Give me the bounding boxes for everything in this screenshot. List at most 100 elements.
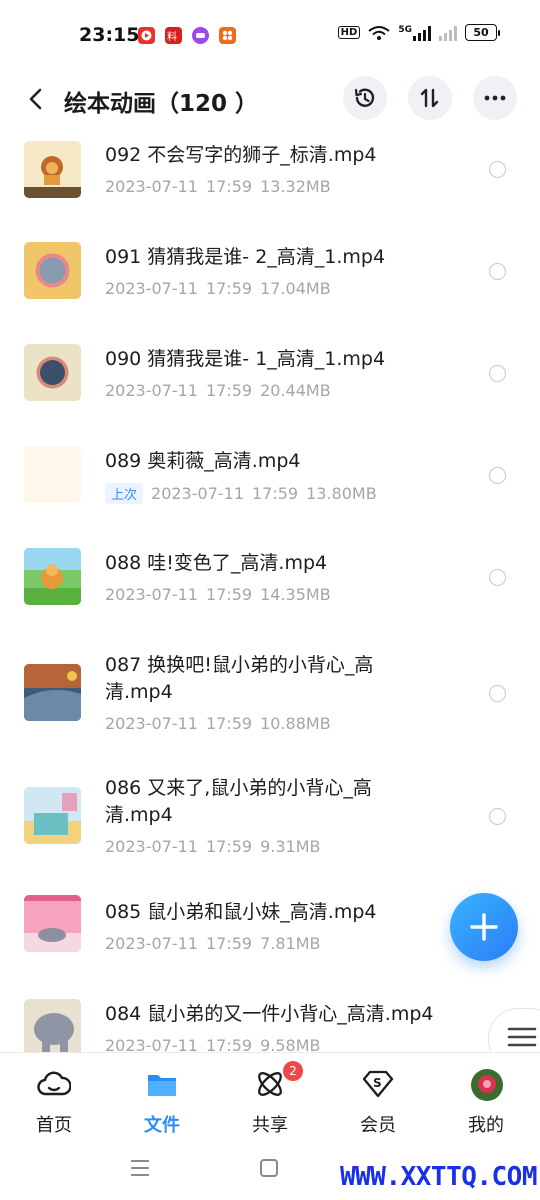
file-name: 091 猜猜我是谁- 2_高清_1.mp4 [105, 246, 386, 268]
file-time: 17:59 [205, 585, 253, 604]
select-radio[interactable] [489, 569, 506, 586]
cloud-icon [37, 1071, 71, 1096]
more-button[interactable] [473, 76, 517, 120]
file-date: 2023-07-11 [105, 1036, 198, 1052]
file-date: 2023-07-11 [105, 381, 198, 400]
file-meta: 2023-07-11 17:59 17.04MB [105, 279, 339, 298]
avatar [471, 1069, 503, 1101]
file-name: 089 奥莉薇_高清.mp4 [105, 450, 301, 472]
nav-label: 文件 [144, 1115, 180, 1136]
watermark-text: WWW.XXTTQ.COM [340, 1162, 538, 1192]
signal-icon-secondary [439, 25, 457, 41]
list-item[interactable]: 088 哇!变色了_高清.mp4 2023-07-11 17:59 14.35MB [0, 536, 540, 636]
select-radio[interactable] [489, 467, 506, 484]
svg-text:S: S [373, 1076, 382, 1090]
file-time: 17:59 [205, 1036, 253, 1052]
select-radio[interactable] [489, 365, 506, 382]
list-item[interactable]: 092 不会写字的狮子_标清.mp4 2023-07-11 17:59 13.32M… [0, 128, 540, 224]
signal-5g: 5G [398, 25, 431, 41]
file-meta: 2023-07-11 17:59 9.58MB [105, 1036, 329, 1052]
nav-label: 共享 [252, 1115, 288, 1136]
file-date: 2023-07-11 [105, 934, 198, 953]
plus-icon [470, 913, 498, 941]
list-item[interactable]: 089 奥莉薇_高清.mp4 上次 2023-07-11 17:59 13.80MB [0, 434, 540, 534]
file-size: 9.58MB [260, 1036, 321, 1052]
file-time: 17:59 [205, 837, 253, 856]
file-time: 17:59 [205, 177, 253, 196]
nav-profile[interactable]: 我的 [436, 1053, 536, 1143]
nav-share[interactable]: 共享 [220, 1053, 320, 1143]
header-bar: 绘本动画（120 ） [0, 72, 540, 128]
select-radio[interactable] [489, 685, 506, 702]
battery-level: 50 [465, 24, 497, 41]
history-button[interactable] [343, 76, 387, 120]
more-icon [484, 95, 506, 101]
list-item[interactable]: 086 又来了,鼠小弟的小背心_高清.mp4 2023-07-11 17:59 9.… [0, 761, 540, 881]
file-meta: 2023-07-11 17:59 20.44MB [105, 381, 339, 400]
sort-button[interactable] [408, 76, 452, 120]
list-item[interactable]: 087 换换吧!鼠小弟的小背心_高清.mp4 2023-07-11 17:59 10… [0, 638, 540, 758]
chat-app-icon [192, 27, 209, 44]
file-date: 2023-07-11 [105, 714, 198, 733]
recent-apps-icon[interactable] [129, 1158, 151, 1178]
file-name: 087 换换吧!鼠小弟的小背心_高清.mp4 [105, 654, 374, 703]
file-date: 2023-07-11 [105, 279, 198, 298]
video-thumbnail [24, 999, 81, 1052]
file-size: 13.80MB [306, 484, 377, 503]
bottom-nav: 首页 文件 共享 S 会员 我的 [0, 1052, 540, 1143]
select-radio[interactable] [489, 263, 506, 280]
file-name: 085 鼠小弟和鼠小妹_高清.mp4 [105, 901, 377, 923]
add-button[interactable] [450, 893, 518, 961]
video-thumbnail [24, 141, 81, 198]
file-time: 17:59 [205, 279, 253, 298]
status-right: HD 5G 50 [337, 24, 500, 41]
file-size: 13.32MB [260, 177, 331, 196]
back-button[interactable] [22, 84, 52, 114]
file-name: 092 不会写字的狮子_标清.mp4 [105, 144, 377, 166]
status-bar: 23:15 料 HD 5G 50 [0, 0, 540, 72]
file-name: 090 猜猜我是谁- 1_高清_1.mp4 [105, 348, 386, 370]
file-size: 9.31MB [260, 837, 321, 856]
video-thumbnail [24, 446, 81, 503]
page-title: 绘本动画（120 ） [64, 91, 259, 117]
video-app-icon [138, 27, 155, 44]
file-time: 17:59 [252, 484, 299, 503]
nav-label: 我的 [468, 1115, 504, 1136]
file-meta: 2023-07-11 17:59 9.31MB [105, 837, 329, 856]
file-meta: 2023-07-11 17:59 7.81MB [105, 934, 329, 953]
network-type: 5G [398, 24, 412, 35]
list-item[interactable]: 090 猜猜我是谁- 1_高清_1.mp4 2023-07-11 17:59 20.… [0, 332, 540, 432]
list-item[interactable]: 084 鼠小弟的又一件小背心_高清.mp4 2023-07-11 17:59 9.5… [0, 987, 540, 1052]
svg-text:料: 料 [167, 30, 177, 43]
select-radio[interactable] [489, 808, 506, 825]
nav-home[interactable]: 首页 [4, 1053, 104, 1143]
file-name: 086 又来了,鼠小弟的小背心_高清.mp4 [105, 777, 372, 826]
file-date: 2023-07-11 [105, 177, 198, 196]
last-watched-badge: 上次 [105, 483, 144, 504]
file-meta: 2023-07-11 17:59 13.32MB [105, 177, 339, 196]
file-date: 2023-07-11 [105, 585, 198, 604]
select-radio[interactable] [489, 161, 506, 178]
nav-files[interactable]: 文件 [112, 1053, 212, 1143]
video-thumbnail [24, 664, 81, 721]
file-meta: 上次 2023-07-11 17:59 13.80MB [105, 483, 385, 504]
file-time: 17:59 [205, 381, 253, 400]
file-meta: 2023-07-11 17:59 10.88MB [105, 714, 339, 733]
nav-label: 会员 [360, 1115, 396, 1136]
home-icon[interactable] [259, 1158, 279, 1178]
nav-vip[interactable]: S 会员 [328, 1053, 428, 1143]
file-size: 7.81MB [260, 934, 321, 953]
status-time: 23:15 [79, 24, 140, 46]
share-badge: 2 [283, 1061, 303, 1081]
file-name: 084 鼠小弟的又一件小背心_高清.mp4 [105, 1003, 434, 1025]
battery-icon: 50 [465, 24, 500, 41]
file-size: 20.44MB [260, 381, 331, 400]
sort-icon [420, 88, 439, 108]
video-thumbnail [24, 895, 81, 952]
list-item[interactable]: 091 猜猜我是谁- 2_高清_1.mp4 2023-07-11 17:59 17.… [0, 230, 540, 330]
hd-indicator: HD [337, 26, 361, 39]
file-date: 2023-07-11 [151, 484, 244, 503]
chevron-left-icon [29, 88, 42, 110]
folder-icon [148, 1075, 176, 1096]
share-atom-icon [258, 1072, 282, 1096]
